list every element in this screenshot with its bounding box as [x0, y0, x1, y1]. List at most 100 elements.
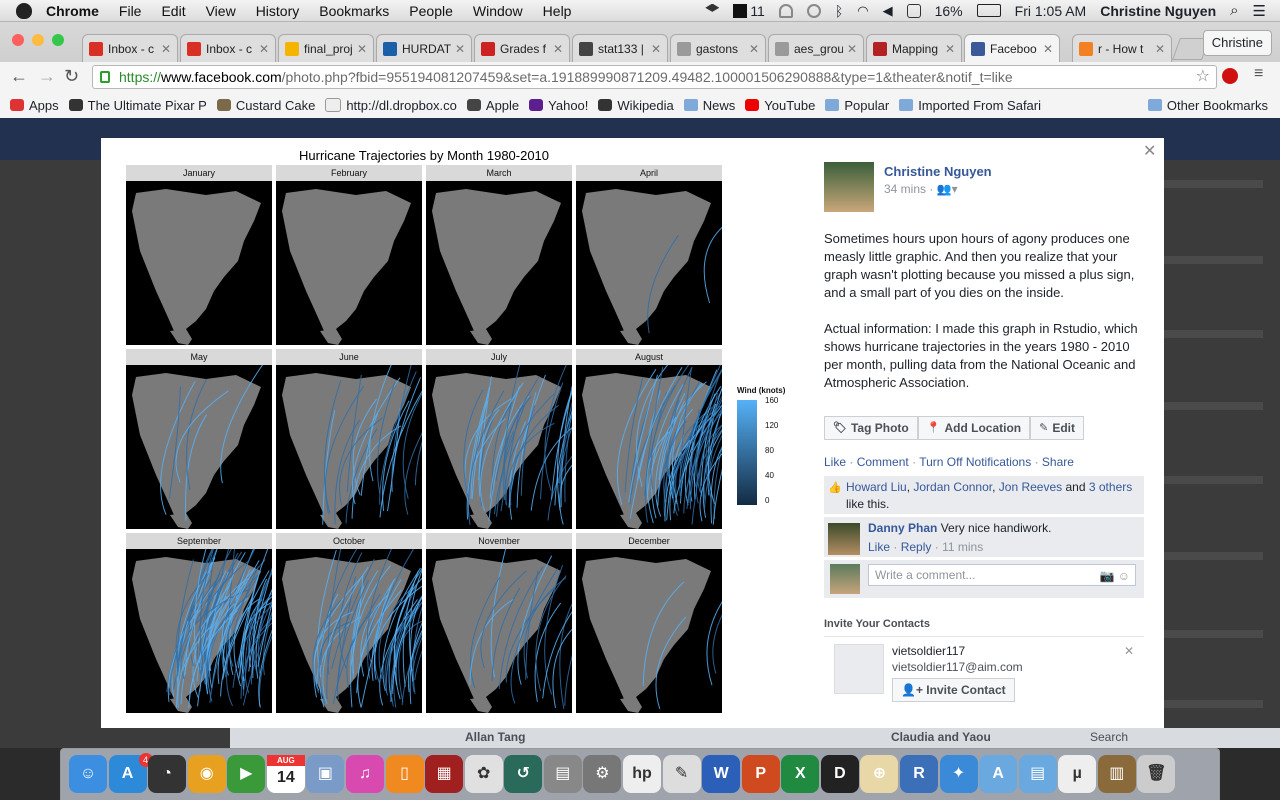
bookmark-item[interactable]: The Ultimate Pixar P [68, 98, 207, 113]
bookmark-item[interactable]: Apps [10, 98, 59, 113]
bookmark-item[interactable]: Yahoo! [529, 98, 588, 113]
calendar-icon[interactable]: AUG 14 [266, 755, 305, 793]
bookmark-item[interactable]: Other Bookmarks [1147, 98, 1268, 113]
bookmark-item[interactable]: YouTube [745, 98, 815, 113]
battery-percent[interactable]: 16% [935, 3, 963, 19]
user-menu[interactable]: Christine Nguyen [1100, 3, 1216, 19]
bookmark-star-icon[interactable]: ☆ [1196, 66, 1210, 88]
close-window-button[interactable] [12, 34, 24, 46]
browser-tab[interactable]: Faceboo ✕ [964, 34, 1060, 62]
turn-off-notifications-link[interactable]: Turn Off Notifications [919, 455, 1031, 469]
close-tab-icon[interactable]: ✕ [357, 42, 367, 56]
powerpoint-icon[interactable]: P [741, 755, 780, 793]
battery-icon[interactable] [976, 4, 1001, 17]
photo-booth-icon[interactable]: ▦ [425, 755, 464, 793]
itunes-icon[interactable]: ♫ [346, 755, 384, 793]
finder-icon[interactable]: ☺ [69, 755, 107, 793]
photos-icon[interactable]: ✿ [464, 755, 503, 793]
share-link[interactable]: Share [1042, 455, 1074, 469]
notification-bell-icon[interactable] [778, 3, 793, 18]
bookmark-item[interactable]: Apple [466, 98, 519, 113]
camera-icon[interactable]: 📷 [1099, 569, 1114, 583]
tag-photo-button[interactable]: 🏷 Tag Photo [824, 416, 918, 440]
browser-tab[interactable]: final_proj ✕ [278, 34, 374, 62]
menu-edit[interactable]: Edit [161, 3, 185, 19]
bookmark-item[interactable]: Wikipedia [598, 98, 674, 113]
browser-tab[interactable]: aes_grou ✕ [768, 34, 864, 62]
chat-tab[interactable]: Allan Tang [465, 730, 525, 744]
browser-tab[interactable]: Inbox - c ✕ [180, 34, 276, 62]
close-tab-icon[interactable]: ✕ [455, 42, 465, 56]
close-tab-icon[interactable]: ✕ [749, 42, 759, 56]
trash-icon[interactable]: 🗑 [1137, 755, 1176, 793]
disk-utility-icon[interactable]: ▤ [543, 755, 582, 793]
browser-tab[interactable]: gastons ✕ [670, 34, 766, 62]
menu-bookmarks[interactable]: Bookmarks [319, 3, 389, 19]
bookmark-item[interactable]: Custard Cake [216, 98, 315, 113]
browser-tab[interactable]: HURDAT ✕ [376, 34, 472, 62]
maps-icon[interactable]: ⊕ [860, 755, 899, 793]
time-machine-icon[interactable] [806, 3, 821, 18]
profile-button[interactable]: Christine [1202, 30, 1272, 56]
spotlight-search-icon[interactable]: ⌕ [1230, 2, 1238, 19]
friends-audience-icon[interactable]: 👥▾ [937, 182, 958, 196]
chrome-menu-icon[interactable]: ≡ [1254, 65, 1263, 83]
system-preferences-icon[interactable]: ⚙ [583, 755, 622, 793]
browser-tab[interactable]: Grades f ✕ [474, 34, 570, 62]
chat-tab[interactable]: Claudia and Yaou [891, 730, 991, 744]
menu-people[interactable]: People [409, 3, 453, 19]
chrome-icon[interactable]: ◉ [187, 755, 226, 793]
close-tab-icon[interactable]: ✕ [651, 42, 661, 56]
reload-icon[interactable]: ↻ [64, 66, 79, 87]
post-time[interactable]: 34 mins [884, 182, 926, 196]
wifi-icon[interactable]: ◠ [857, 3, 868, 19]
forward-arrow-icon[interactable]: → [38, 66, 56, 87]
close-theater-icon[interactable]: ✕ [1143, 141, 1156, 161]
hurricane-graph-photo[interactable]: Hurricane Trajectories by Month 1980-201… [101, 138, 801, 728]
menu-help[interactable]: Help [543, 3, 572, 19]
like-link[interactable]: Like [824, 455, 846, 469]
bluetooth-icon[interactable]: ᛒ [835, 3, 843, 19]
close-tab-icon[interactable]: ✕ [1043, 42, 1053, 56]
comment-time[interactable]: 11 mins [942, 540, 983, 554]
archive-icon[interactable]: ▥ [1097, 755, 1136, 793]
applications-folder-icon[interactable]: A [979, 755, 1018, 793]
liker-name[interactable]: Jon Reeves [999, 480, 1062, 494]
ibooks-icon[interactable]: ▯ [385, 755, 424, 793]
preview-icon[interactable]: ▣ [306, 755, 345, 793]
hp-utility-icon[interactable]: hp [623, 755, 661, 793]
comment-reply-link[interactable]: Reply [901, 540, 932, 554]
utorrent-icon[interactable]: µ [1058, 755, 1097, 793]
dismiss-contact-icon[interactable]: ✕ [1124, 644, 1134, 658]
dropbox-icon[interactable] [705, 3, 720, 12]
browser-tab[interactable]: Mapping ✕ [866, 34, 962, 62]
excel-icon[interactable]: X [781, 755, 820, 793]
menu-history[interactable]: History [256, 3, 300, 19]
input-source-icon[interactable] [906, 3, 921, 18]
notification-center-icon[interactable]: ☰ [1253, 2, 1266, 20]
bookmark-item[interactable]: News [683, 98, 735, 113]
commenter-avatar[interactable] [828, 523, 860, 555]
menu-window[interactable]: Window [473, 3, 523, 19]
add-location-button[interactable]: 📍 Add Location [917, 416, 1031, 440]
comment-input[interactable]: Write a comment... [868, 564, 1136, 586]
close-tab-icon[interactable]: ✕ [553, 42, 563, 56]
close-tab-icon[interactable]: ✕ [161, 42, 171, 56]
apple-menu-icon[interactable] [16, 2, 32, 19]
bookmark-item[interactable]: Imported From Safari [899, 98, 1041, 113]
commenter-name[interactable]: Danny Phan [868, 521, 937, 535]
dg5-icon[interactable]: D [820, 755, 859, 793]
adobe-status-badge[interactable]: 11 [733, 3, 765, 19]
liker-name[interactable]: Jordan Connor [913, 480, 992, 494]
browser-tab[interactable]: Inbox - c ✕ [82, 34, 178, 62]
liker-name[interactable]: Howard Liu [846, 480, 907, 494]
volume-icon[interactable]: ◀ [883, 3, 893, 19]
word-icon[interactable]: W [702, 755, 741, 793]
menu-file[interactable]: File [119, 3, 142, 19]
close-tab-icon[interactable]: ✕ [1155, 42, 1165, 56]
adblock-extension-icon[interactable] [1222, 68, 1238, 84]
emoji-icon[interactable]: ☺ [1118, 569, 1130, 583]
time-machine-icon[interactable]: ↺ [504, 755, 543, 793]
browser-tab[interactable]: r - How t ✕ [1072, 34, 1172, 62]
r-icon[interactable]: R [900, 755, 938, 793]
